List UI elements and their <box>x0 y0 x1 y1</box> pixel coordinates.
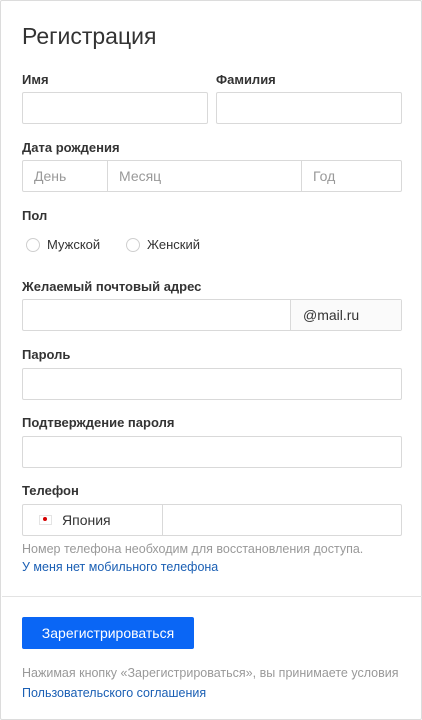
terms-prefix: Нажимая кнопку «Зарегистрироваться», вы … <box>22 666 399 680</box>
divider <box>2 596 422 597</box>
phone-input[interactable] <box>163 505 401 535</box>
gender-male-label: Мужской <box>47 237 101 252</box>
first-name-input[interactable] <box>22 92 208 124</box>
last-name-label: Фамилия <box>216 72 276 87</box>
register-button[interactable]: Зарегистрироваться <box>22 617 194 649</box>
no-phone-link[interactable]: У меня нет мобильного телефона <box>22 560 218 574</box>
email-domain-select[interactable]: @mail.ru <box>290 300 401 330</box>
password-confirm-label: Подтверждение пароля <box>22 415 175 430</box>
gender-label: Пол <box>22 208 48 223</box>
email-input[interactable] <box>23 300 290 330</box>
user-agreement-link[interactable]: Пользовательского соглашения <box>22 686 206 700</box>
password-confirm-input[interactable] <box>22 436 402 468</box>
japan-flag-icon <box>39 515 52 525</box>
email-group: @mail.ru <box>22 299 402 331</box>
birth-day-input[interactable] <box>23 161 107 191</box>
email-label: Желаемый почтовый адрес <box>22 279 202 294</box>
terms-text: Нажимая кнопку «Зарегистрироваться», вы … <box>22 663 402 703</box>
first-name-label: Имя <box>22 72 49 87</box>
last-name-input[interactable] <box>216 92 402 124</box>
gender-female-label: Женский <box>147 237 200 252</box>
password-label: Пароль <box>22 347 71 362</box>
birth-date-label: Дата рождения <box>22 140 120 155</box>
password-input[interactable] <box>22 368 402 400</box>
gender-male-option[interactable]: Мужской <box>26 237 100 252</box>
gender-female-option[interactable]: Женский <box>126 237 200 252</box>
registration-form: Регистрация Имя Фамилия Дата рождения По… <box>0 0 422 720</box>
phone-group: Япония <box>22 504 402 536</box>
birth-date-group <box>22 160 402 192</box>
birth-month-select[interactable] <box>107 161 301 191</box>
form-title: Регистрация <box>22 23 157 49</box>
phone-country-label: Япония <box>62 512 111 528</box>
phone-label: Телефон <box>22 483 79 498</box>
gender-female-radio[interactable] <box>126 237 140 252</box>
phone-hint: Номер телефона необходим для восстановле… <box>22 542 364 556</box>
birth-year-input[interactable] <box>301 161 401 191</box>
phone-country-select[interactable]: Япония <box>23 505 163 535</box>
gender-male-radio[interactable] <box>26 237 40 252</box>
